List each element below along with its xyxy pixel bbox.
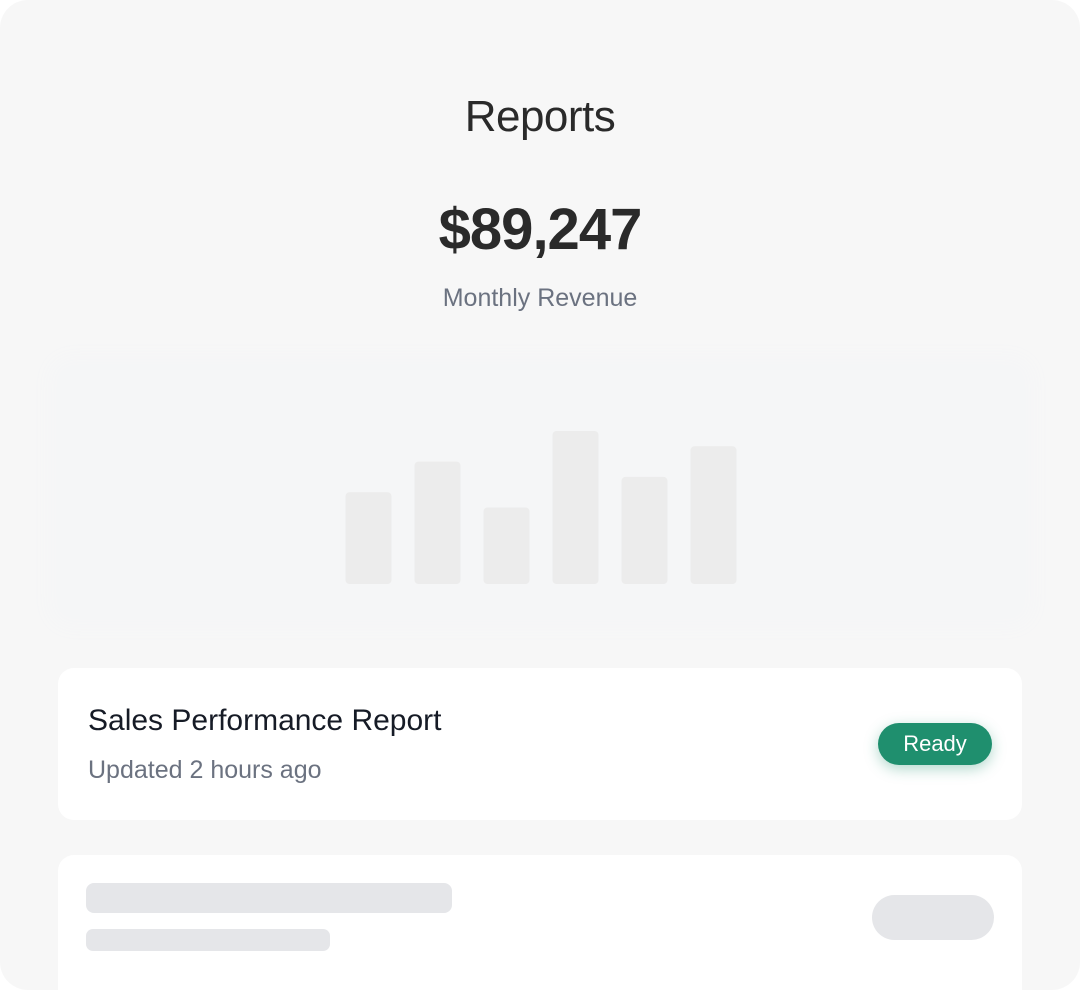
report-updated-time: Updated 2 hours ago [88, 756, 322, 784]
revenue-bar-chart [345, 431, 737, 584]
chart-bar-1 [345, 492, 392, 584]
skeleton-status-pill [872, 895, 994, 940]
report-title: Sales Performance Report [88, 704, 442, 737]
status-badge: Ready [878, 723, 992, 765]
page-title: Reports [464, 92, 616, 141]
revenue-chart [58, 366, 1024, 618]
chart-bar-5 [621, 476, 668, 584]
report-card-sales-performance[interactable]: Sales Performance Report Updated 2 hours… [58, 668, 1022, 820]
report-card-loading-placeholder [58, 855, 1022, 990]
reports-screen: Reports $89,247 Monthly Revenue Sales Pe… [0, 0, 1080, 990]
revenue-value: $89,247 [438, 197, 643, 262]
chart-bar-4 [552, 431, 599, 584]
chart-bar-3 [483, 507, 530, 584]
chart-bar-2 [414, 461, 461, 584]
skeleton-title-line [86, 883, 452, 913]
revenue-label: Monthly Revenue [442, 284, 638, 312]
skeleton-subtitle-line [86, 929, 330, 951]
chart-bar-6 [690, 446, 737, 584]
